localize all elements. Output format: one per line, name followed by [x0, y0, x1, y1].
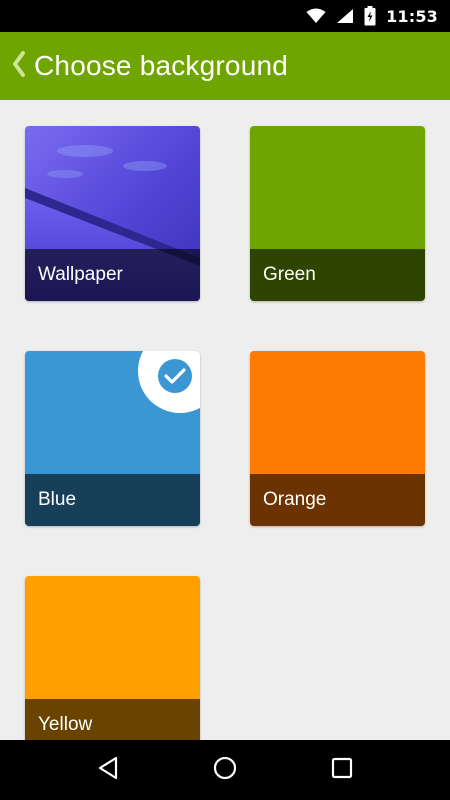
app-bar: Choose background — [0, 32, 450, 100]
page-title: Choose background — [34, 50, 289, 81]
navigation-bar — [0, 740, 450, 800]
tile-label-bar: Yellow — [25, 699, 200, 740]
status-time: 11:53 — [386, 6, 438, 26]
tile-label: Wallpaper — [38, 264, 123, 285]
background-grid: Wallpaper Green Blue Orange Yellow — [0, 100, 450, 740]
tile-label-bar: Green — [250, 249, 425, 301]
back-triangle-icon — [97, 756, 119, 785]
tile-label-bar: Wallpaper — [25, 249, 200, 301]
wifi-icon — [306, 8, 326, 24]
nav-back-button[interactable] — [84, 746, 132, 794]
tile-orange[interactable]: Orange — [250, 351, 425, 526]
chevron-left-icon — [12, 50, 26, 82]
tile-label-bar: Orange — [250, 474, 425, 526]
tile-wallpaper[interactable]: Wallpaper — [25, 126, 200, 301]
signal-icon — [336, 8, 354, 24]
home-circle-icon — [213, 756, 237, 785]
checkmark-icon — [158, 359, 192, 393]
nav-recents-button[interactable] — [318, 746, 366, 794]
tile-label: Yellow — [38, 714, 93, 735]
tile-label: Orange — [263, 489, 327, 510]
tile-green[interactable]: Green — [250, 126, 425, 301]
back-button[interactable] — [4, 32, 34, 100]
tile-label: Green — [263, 264, 316, 285]
recents-square-icon — [331, 757, 353, 784]
tile-yellow[interactable]: Yellow — [25, 576, 200, 740]
tile-blue[interactable]: Blue — [25, 351, 200, 526]
tile-label-bar: Blue — [25, 474, 200, 526]
battery-charging-icon — [364, 6, 376, 26]
status-bar: 11:53 — [0, 0, 450, 32]
tile-label: Blue — [38, 489, 77, 510]
nav-home-button[interactable] — [201, 746, 249, 794]
